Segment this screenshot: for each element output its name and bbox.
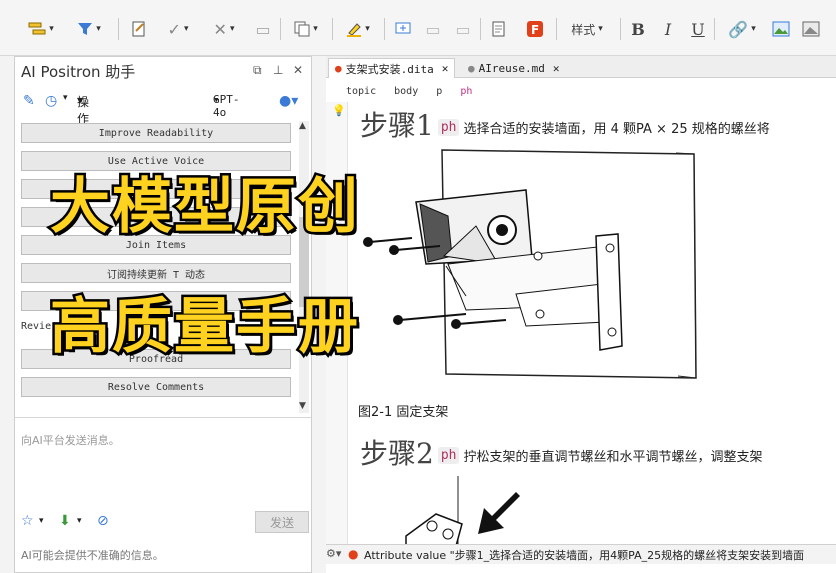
copy-icon[interactable]: ▾ — [288, 16, 324, 42]
highlight-icon[interactable]: ▾ — [340, 16, 376, 42]
framemaker-icon[interactable]: F — [524, 16, 546, 42]
remove-comment-icon[interactable]: ▭ — [452, 16, 474, 42]
review-section-label: Revie — [21, 321, 52, 332]
panel-actions-row: ✎ ◷ ▾ 操作 ▾ GPT-4o ▾ ●▾ — [21, 93, 305, 126]
step1-text[interactable]: 选择合适的安装墙面，用 4 颗PA × 25 规格的螺丝将 — [463, 122, 769, 137]
insert-media-icon[interactable] — [800, 16, 822, 42]
insert-element-icon[interactable]: ▾ — [26, 16, 56, 42]
document-editor: ● 支架式安装.dita ✕ ● AIreuse.md ✕ topic body… — [326, 56, 836, 573]
file-dot-icon: ● — [468, 61, 475, 75]
scroll-up-icon[interactable]: ▲ — [299, 121, 306, 131]
accept-change-icon[interactable]: ✓ ▾ — [158, 16, 198, 42]
modified-dot-icon: ● — [335, 62, 342, 75]
close-tab-icon[interactable]: ✕ — [553, 62, 560, 75]
new-chat-icon[interactable]: ✎ — [23, 93, 35, 109]
chat-input[interactable]: 向AI平台发送消息。 — [15, 417, 311, 507]
insert-image-icon[interactable] — [770, 16, 792, 42]
svg-text:F: F — [531, 23, 539, 37]
history-icon[interactable]: ◷ — [45, 93, 57, 109]
breadcrumb-item[interactable]: p — [436, 86, 442, 97]
edit-document-icon[interactable] — [128, 16, 150, 42]
status-bar: ⚙▾ ● Attribute value "步骤1_选择合适的安装墙面，用4颗P… — [326, 544, 836, 564]
overlay-title-line2: 高质量手册 — [48, 290, 361, 365]
chat-input-placeholder: 向AI平台发送消息。 — [21, 434, 120, 447]
close-panel-icon[interactable]: ✕ — [293, 63, 303, 77]
restore-icon[interactable]: ⧉ — [253, 63, 262, 78]
review-document-icon[interactable] — [488, 16, 510, 42]
adjustment-figure — [405, 476, 520, 546]
download-icon[interactable]: ⬇ — [59, 513, 71, 529]
comment-icon[interactable]: ▭ — [252, 16, 274, 42]
reject-change-icon[interactable]: ✕ ▾ — [204, 16, 244, 42]
figure-caption[interactable]: 图2-1 固定支架 — [358, 401, 448, 420]
step1-line: 步骤1 ph 选择合适的安装墙面，用 4 颗PA × 25 规格的螺丝将 — [360, 104, 770, 144]
edit-comment-icon[interactable]: ▭ — [422, 16, 444, 42]
bold-button[interactable]: B — [628, 16, 648, 42]
filter-icon[interactable]: ▾ — [74, 16, 104, 42]
link-icon[interactable]: 🔗 ▾ — [722, 16, 762, 42]
ph-tag[interactable]: ph — [437, 447, 460, 464]
underline-button[interactable]: U — [688, 16, 708, 42]
breadcrumb-item[interactable]: body — [394, 86, 418, 97]
step2-title: 步骤2 — [360, 437, 434, 470]
disclaimer-text: AI可能会提供不准确的信息。 — [21, 549, 164, 562]
ph-tag[interactable]: ph — [437, 119, 460, 136]
send-button[interactable]: 发送 — [255, 511, 309, 533]
model-selector[interactable]: GPT-4o ▾ — [213, 93, 240, 119]
overlay-title-line1: 大模型原创 — [48, 170, 361, 245]
step2-text[interactable]: 拧松支架的垂直调节螺丝和水平调节螺丝，调整支架 — [463, 450, 762, 465]
tab-aireuse[interactable]: ● AIreuse.md ✕ — [462, 58, 565, 78]
step1-title: 步骤1 — [360, 109, 434, 142]
chat-footer-tools: ☆ ▾ ⬇ ▾ ⊘ — [21, 513, 221, 533]
add-comment-icon[interactable] — [392, 16, 414, 42]
actions-dropdown[interactable]: 操作 ▾ — [77, 93, 89, 126]
editor-tabs: ● 支架式安装.dita ✕ ● AIreuse.md ✕ — [326, 56, 836, 78]
close-tab-icon[interactable]: ✕ — [442, 62, 449, 75]
style-dropdown[interactable]: 样式 ▾ — [562, 16, 612, 42]
download-dropdown-icon[interactable]: ▾ — [77, 516, 82, 526]
breadcrumb-item[interactable]: ph — [460, 86, 472, 97]
bracket-installation-figure — [363, 149, 697, 379]
breadcrumb-item[interactable]: topic — [346, 86, 376, 97]
favorites-icon[interactable]: ☆ — [21, 513, 34, 529]
status-message[interactable]: Attribute value "步骤1_选择合适的安装墙面，用4颗PA_25规… — [364, 547, 804, 563]
user-icon[interactable]: ●▾ — [279, 93, 298, 109]
panel-title: AI Positron 助手 — [21, 63, 136, 81]
element-breadcrumb: topic body p ph — [346, 86, 484, 97]
lightbulb-icon[interactable]: 💡 — [332, 104, 346, 117]
attach-icon[interactable]: ⊘ — [97, 513, 109, 529]
step2-line: 步骤2 ph 拧松支架的垂直调节螺丝和水平调节螺丝，调整支架 — [360, 432, 763, 472]
scroll-down-icon[interactable]: ▼ — [299, 401, 306, 411]
pin-icon[interactable]: ⊥ — [273, 63, 283, 77]
error-icon: ● — [348, 547, 359, 561]
resolve-comments-button[interactable]: Resolve Comments — [21, 377, 291, 397]
italic-button[interactable]: I — [658, 16, 678, 42]
history-dropdown-icon[interactable]: ▾ — [63, 93, 68, 103]
main-toolbar: ▾ ▾ ✓ ▾ ✕ ▾ ▭ ▾ ▾ ▭ ▭ F 样式 ▾ B I U 🔗 ▾ — [0, 0, 836, 56]
favorites-dropdown-icon[interactable]: ▾ — [39, 516, 44, 526]
status-settings-icon[interactable]: ⚙▾ — [326, 547, 341, 560]
tab-bracket-install[interactable]: ● 支架式安装.dita ✕ — [328, 58, 456, 78]
improve-readability-button[interactable]: Improve Readability — [21, 123, 291, 143]
